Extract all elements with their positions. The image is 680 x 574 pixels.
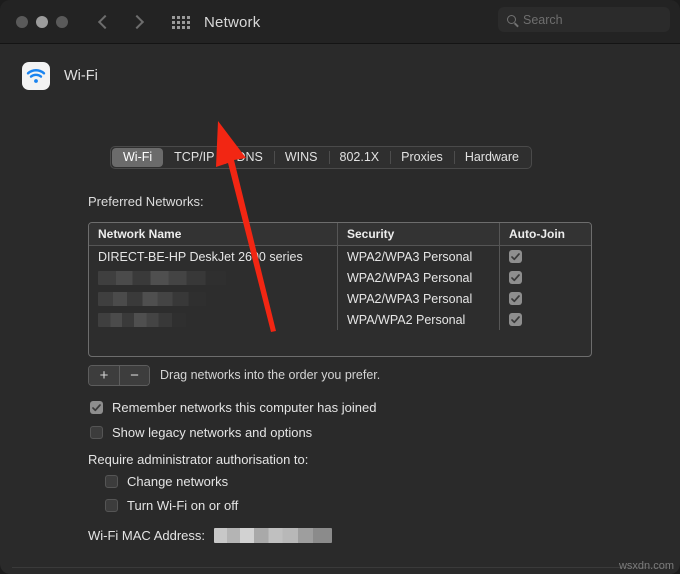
window-toolbar: Network: [0, 0, 680, 44]
security-cell: WPA2/WPA3 Personal: [337, 267, 499, 288]
tab-proxies[interactable]: Proxies: [390, 148, 454, 167]
turn-wifi-checkbox[interactable]: [105, 499, 118, 512]
network-name-cell: [89, 309, 337, 330]
column-header-security[interactable]: Security: [337, 223, 499, 245]
network-name-cell: [89, 267, 337, 288]
change-networks-label: Change networks: [127, 474, 229, 489]
window-title: Network: [204, 13, 261, 31]
redacted-network-name: [98, 291, 206, 306]
minimize-button[interactable]: [36, 16, 48, 28]
tab-dns[interactable]: DNS: [225, 148, 273, 167]
preferred-networks-table[interactable]: Network Name Security Auto-Join DIRECT-B…: [88, 222, 592, 357]
tab-tcpip[interactable]: TCP/IP: [163, 148, 225, 167]
table-row[interactable]: WPA2/WPA3 Personal: [89, 288, 591, 309]
service-name: Wi-Fi: [64, 68, 98, 84]
network-name-cell: DIRECT-BE-HP DeskJet 2600 series: [98, 249, 303, 264]
search-input[interactable]: [523, 12, 643, 27]
back-icon[interactable]: [97, 14, 113, 30]
show-legacy-row[interactable]: Show legacy networks and options: [90, 425, 312, 440]
auto-join-checkbox[interactable]: [509, 250, 522, 263]
remember-networks-label: Remember networks this computer has join…: [112, 400, 377, 415]
show-legacy-checkbox[interactable]: [90, 426, 103, 439]
remove-network-button[interactable]: −: [119, 366, 149, 385]
auto-join-checkbox[interactable]: [509, 313, 522, 326]
remember-networks-checkbox[interactable]: [90, 401, 103, 414]
traffic-light-buttons: [16, 16, 68, 28]
admin-authorisation-label: Require administrator authorisation to:: [88, 452, 309, 467]
search-field[interactable]: [498, 7, 670, 32]
drag-hint-text: Drag networks into the order you prefer.: [160, 368, 381, 382]
add-network-button[interactable]: +: [89, 366, 119, 385]
column-header-network-name[interactable]: Network Name: [89, 223, 337, 245]
footer-divider: [12, 567, 668, 568]
auto-join-cell: [499, 267, 591, 288]
tab-bar: Wi-Fi TCP/IP DNS WINS 802.1X Proxies Har…: [110, 146, 532, 169]
security-cell: WPA/WPA2 Personal: [337, 309, 499, 330]
auto-join-cell: [499, 309, 591, 330]
tab-wins[interactable]: WINS: [273, 148, 329, 167]
watermark: wsxdn.com: [618, 560, 674, 572]
table-header-row: Network Name Security Auto-Join: [89, 223, 591, 246]
show-all-grid-icon[interactable]: [172, 15, 190, 29]
network-preferences-window: Network Wi-Fi Wi-Fi TCP/IP DNS WINS 8: [0, 0, 680, 574]
table-row[interactable]: DIRECT-BE-HP DeskJet 2600 series WPA2/WP…: [89, 246, 591, 267]
auto-join-cell: [499, 288, 591, 309]
tab-8021x[interactable]: 802.1X: [328, 148, 391, 167]
forward-icon[interactable]: [129, 14, 145, 30]
auto-join-checkbox[interactable]: [509, 292, 522, 305]
change-networks-checkbox[interactable]: [105, 475, 118, 488]
redacted-network-name: [98, 270, 226, 285]
tab-wifi[interactable]: Wi-Fi: [112, 148, 164, 167]
redacted-mac-address: [214, 528, 333, 543]
close-button[interactable]: [16, 16, 28, 28]
zoom-button[interactable]: [56, 16, 68, 28]
service-header: Wi-Fi: [0, 44, 680, 90]
add-remove-network-buttons: + −: [88, 365, 150, 386]
remember-networks-row[interactable]: Remember networks this computer has join…: [90, 400, 376, 415]
show-legacy-label: Show legacy networks and options: [112, 425, 313, 440]
preferences-body: Wi-Fi Wi-Fi TCP/IP DNS WINS 802.1X Proxi…: [0, 44, 680, 574]
search-icon: [507, 15, 516, 24]
table-row[interactable]: WPA/WPA2 Personal: [89, 309, 591, 330]
mac-address-label: Wi-Fi MAC Address:: [88, 528, 206, 543]
turn-wifi-label: Turn Wi-Fi on or off: [127, 498, 239, 513]
wifi-icon: [22, 62, 50, 90]
navigation-arrows: [97, 14, 145, 30]
turn-wifi-row[interactable]: Turn Wi-Fi on or off: [105, 498, 238, 513]
tab-hardware[interactable]: Hardware: [453, 148, 530, 167]
auto-join-cell: [499, 246, 591, 267]
redacted-network-name: [98, 312, 186, 327]
security-cell: WPA2/WPA3 Personal: [337, 288, 499, 309]
preferred-networks-label: Preferred Networks:: [88, 194, 204, 209]
table-row[interactable]: WPA2/WPA3 Personal: [89, 267, 591, 288]
change-networks-row[interactable]: Change networks: [105, 474, 228, 489]
auto-join-checkbox[interactable]: [509, 271, 522, 284]
column-header-auto-join[interactable]: Auto-Join: [499, 223, 591, 245]
mac-address-row: Wi-Fi MAC Address:: [88, 528, 333, 543]
network-name-cell: [89, 288, 337, 309]
security-cell: WPA2/WPA3 Personal: [337, 246, 499, 267]
